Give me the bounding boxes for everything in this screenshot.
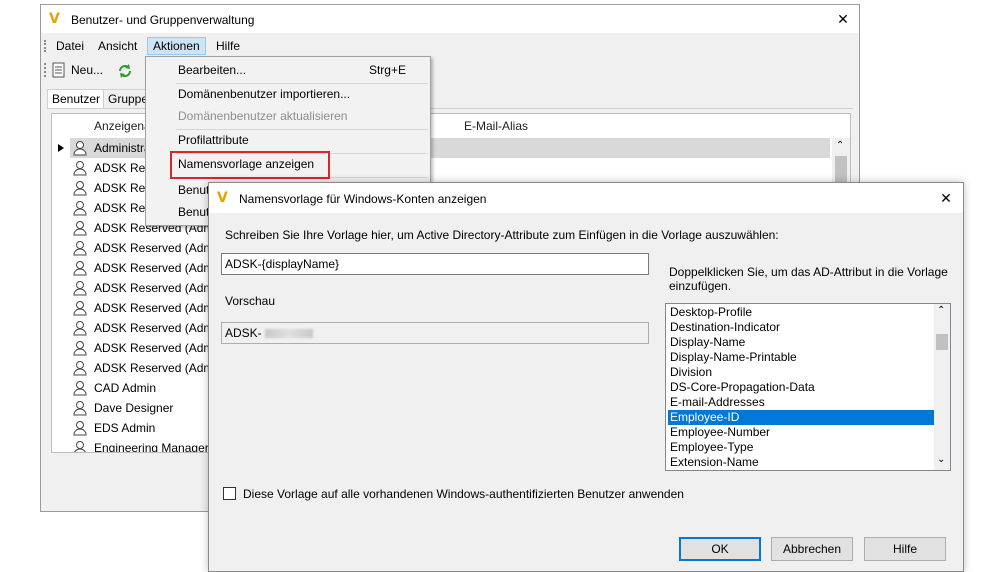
attribute-item[interactable]: Destination-Indicator	[668, 320, 934, 335]
attribute-list[interactable]: Desktop-Profile Destination-Indicator Disp…	[665, 303, 951, 471]
row-display-name: Engineering Manager	[94, 441, 209, 453]
row-display-name: EDS Admin	[94, 421, 156, 435]
row-display-name: ADSK Reserved (Admi	[94, 241, 217, 255]
row-display-name: Administra	[94, 141, 151, 155]
scroll-down-icon[interactable]: ⌄	[937, 454, 945, 465]
row-pointer-icon	[58, 144, 64, 152]
apply-to-all-label: Diese Vorlage auf alle vorhandenen Windo…	[243, 487, 684, 501]
dialog-close-icon[interactable]: ✕	[939, 191, 953, 205]
cancel-button[interactable]: Abbrechen	[771, 537, 853, 561]
row-display-name: CAD Admin	[94, 381, 157, 395]
menu-item-profilattribute[interactable]: Profilattribute	[148, 129, 428, 151]
menu-aktionen[interactable]: Aktionen	[147, 37, 206, 55]
menu-datei[interactable]: Datei	[51, 37, 89, 55]
menu-item-bearbeiten[interactable]: Bearbeiten... Strg+E	[148, 59, 428, 81]
menu-item-update-disabled: Domänenbenutzer aktualisieren	[178, 109, 348, 123]
row-display-name: Dave Designer	[94, 401, 174, 415]
scroll-up-icon[interactable]: ⌃	[836, 140, 844, 151]
scroll-thumb[interactable]	[936, 334, 948, 350]
main-close-icon[interactable]: ✕	[836, 12, 850, 26]
menu-item-bearbeiten-label: Bearbeiten...	[178, 63, 247, 77]
toolbar-grip	[44, 63, 46, 77]
dialog-titlebar: V Namensvorlage für Windows-Konten anzei…	[209, 183, 963, 213]
menubar: Datei Ansicht Aktionen Hilfe	[41, 35, 859, 57]
menu-hilfe[interactable]: Hilfe	[211, 37, 245, 55]
menubar-grip	[44, 40, 46, 52]
user-icon	[72, 220, 88, 236]
user-icon	[72, 280, 88, 296]
user-icon	[72, 420, 88, 436]
row-display-name: ADSK Reserved (Admi	[94, 261, 217, 275]
naming-template-dialog: V Namensvorlage für Windows-Konten anzei…	[208, 182, 964, 572]
attribute-item[interactable]: Display-Name-Printable	[668, 350, 934, 365]
preview-field: ADSK-	[221, 322, 649, 344]
row-display-name: ADSK Reserved (Admi	[94, 341, 217, 355]
user-icon	[72, 400, 88, 416]
row-display-name: ADSK Reserved (Admi	[94, 361, 217, 375]
column-header-email-alias[interactable]: E-Mail-Alias	[464, 116, 528, 136]
user-icon	[72, 300, 88, 316]
row-display-name: ADSK Reserved (Admi	[94, 301, 217, 315]
menu-ansicht[interactable]: Ansicht	[93, 37, 142, 55]
refresh-icon[interactable]	[117, 63, 133, 79]
user-icon	[72, 340, 88, 356]
attribute-item[interactable]: Extension-Name	[668, 455, 934, 470]
user-icon	[72, 160, 88, 176]
main-titlebar: V Benutzer- und Gruppenverwaltung ✕	[41, 5, 859, 33]
preview-value: ADSK-	[225, 326, 262, 340]
new-button-label: Neu...	[71, 63, 104, 77]
attribute-scrollbar[interactable]: ⌃ ⌄	[934, 304, 950, 470]
user-icon	[72, 440, 88, 452]
menu-item-import[interactable]: Domänenbenutzer importieren...	[148, 83, 428, 105]
tab-benutzer[interactable]: Benutzer	[47, 89, 106, 109]
vault-logo-icon: V	[217, 190, 228, 206]
help-button[interactable]: Hilfe	[864, 537, 946, 561]
preview-label: Vorschau	[225, 294, 276, 308]
highlight-box	[170, 151, 330, 179]
attribute-item[interactable]: Employee-ID	[668, 410, 934, 425]
row-display-name: ADSK Reserved (Admi	[94, 321, 217, 335]
scroll-up-icon[interactable]: ⌃	[937, 305, 945, 316]
attribute-hint: Doppelklicken Sie, um das AD-Attribut in…	[669, 265, 948, 293]
vault-logo-icon: V	[49, 11, 60, 27]
column-header-display-name[interactable]: Anzeigena	[94, 116, 151, 136]
attribute-item[interactable]: Employee-Type	[668, 440, 934, 455]
template-input[interactable]: ADSK-{displayName}	[221, 253, 649, 275]
apply-to-all-checkbox[interactable]	[223, 487, 236, 500]
attribute-item[interactable]: DS-Core-Propagation-Data	[668, 380, 934, 395]
user-icon	[72, 140, 88, 156]
user-icon	[72, 240, 88, 256]
dialog-title: Namensvorlage für Windows-Konten anzeige…	[239, 192, 487, 206]
new-button[interactable]: Neu...	[51, 61, 111, 79]
attribute-item[interactable]: E-mail-Addresses	[668, 395, 934, 410]
instruction-text: Schreiben Sie Ihre Vorlage hier, um Acti…	[225, 228, 779, 242]
attribute-item[interactable]: Division	[668, 365, 934, 380]
user-icon	[72, 320, 88, 336]
ok-button[interactable]: OK	[679, 537, 761, 561]
user-icon	[72, 380, 88, 396]
attribute-item[interactable]: Desktop-Profile	[668, 305, 934, 320]
row-display-name: ADSK Reserved (Admi	[94, 281, 217, 295]
menu-item-bearbeiten-shortcut: Strg+E	[368, 63, 406, 77]
redacted-blur	[265, 329, 314, 339]
attribute-item[interactable]: Display-Name	[668, 335, 934, 350]
user-icon	[72, 260, 88, 276]
user-icon	[72, 200, 88, 216]
user-icon	[72, 180, 88, 196]
user-icon	[72, 360, 88, 376]
main-window-title: Benutzer- und Gruppenverwaltung	[71, 13, 255, 27]
new-document-icon	[52, 62, 65, 78]
attribute-item[interactable]: Employee-Number	[668, 425, 934, 440]
